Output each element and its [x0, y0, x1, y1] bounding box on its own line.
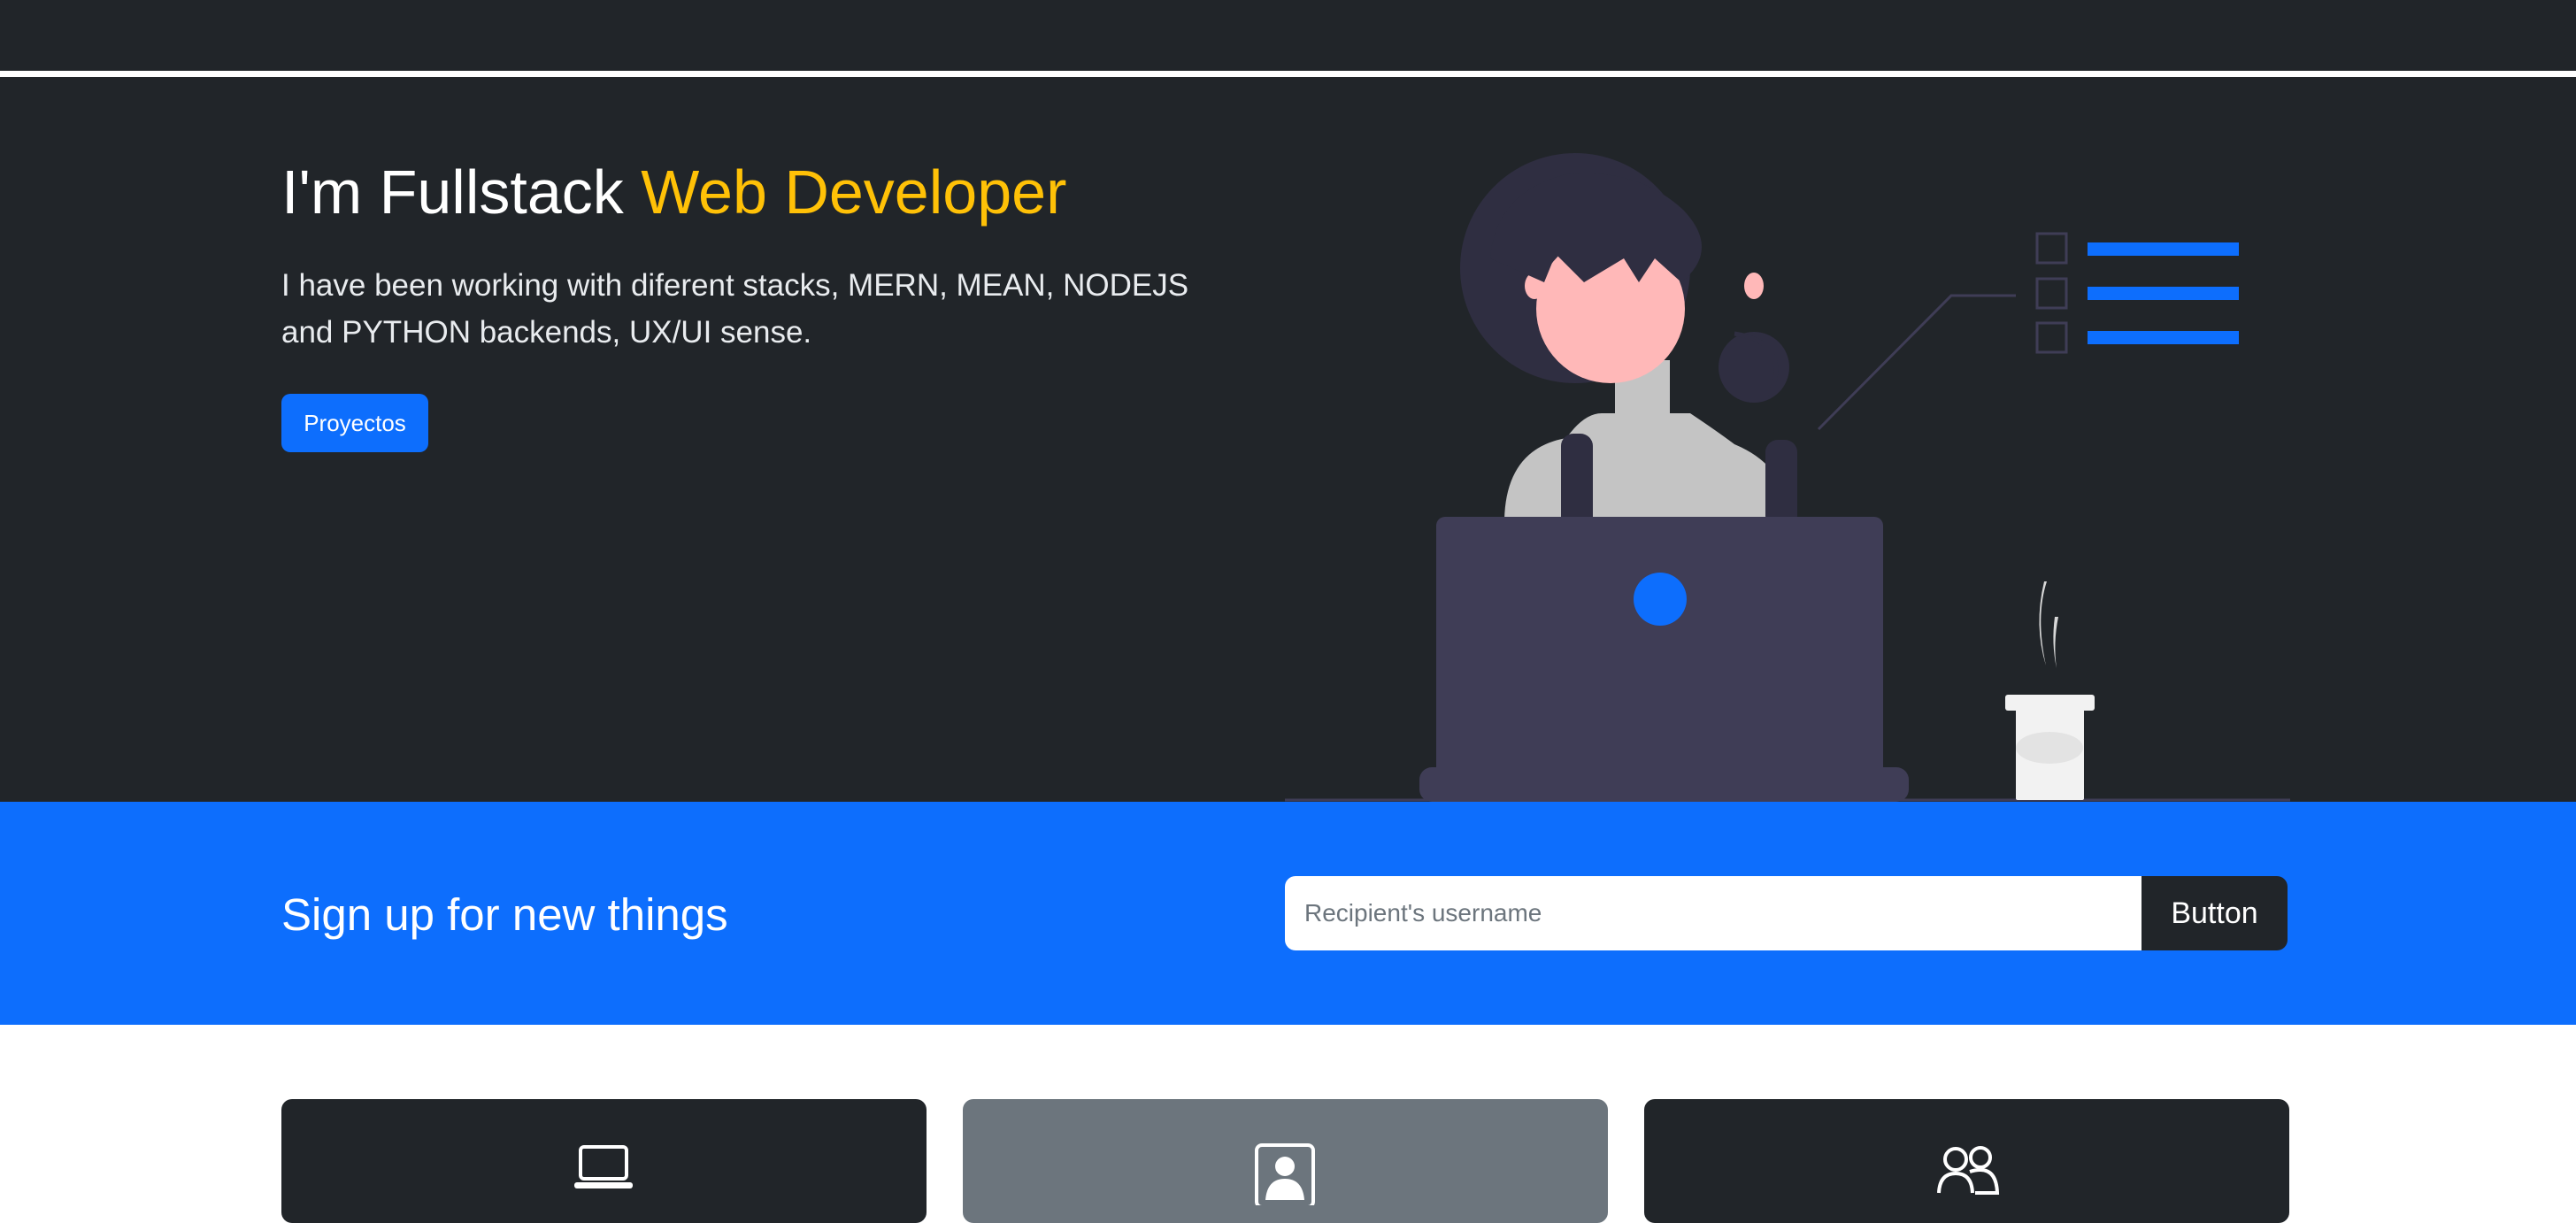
laptop-base: [1419, 767, 1909, 802]
feature-cards: [281, 1099, 2289, 1223]
hero-title-main: I'm Fullstack: [281, 158, 642, 227]
signup-form: Button: [1285, 876, 2288, 950]
projects-button[interactable]: Proyectos: [281, 394, 428, 452]
checklist-bar: [2088, 287, 2239, 300]
signup-title: Sign up for new things: [281, 889, 728, 940]
callout-line: [1817, 294, 2016, 431]
feature-card-profile: [963, 1099, 1608, 1223]
feature-card-people: [1644, 1099, 2289, 1223]
checkbox-icon: [2035, 277, 2068, 310]
recipient-username-input[interactable]: [1285, 876, 2142, 950]
hero-title-accent: Web Developer: [641, 158, 1067, 227]
navbar-divider: [0, 71, 2576, 77]
hero-section: I'm Fullstack Web Developer I have been …: [0, 77, 2576, 802]
hero-description: I have been working with diferent stacks…: [281, 268, 1189, 350]
cup-lid: [2005, 695, 2095, 711]
person-badge-icon: [1255, 1143, 1315, 1205]
hero-title: I'm Fullstack Web Developer: [281, 155, 1066, 229]
checkbox-icon: [2035, 321, 2068, 354]
checklist-bar: [2088, 242, 2239, 256]
steam-icon: [2039, 581, 2047, 665]
laptop-icon: [574, 1145, 633, 1188]
people-icon: [1937, 1146, 2000, 1195]
torso-shape: [1504, 413, 1789, 519]
laptop-logo: [1634, 573, 1687, 626]
checkbox-icon: [2035, 232, 2068, 265]
top-navbar: [0, 0, 2576, 71]
signup-section: Sign up for new things Button: [0, 802, 2576, 1025]
feature-card-laptop: [281, 1099, 927, 1223]
laptop-icon: [1436, 517, 1883, 782]
developer-illustration: [1285, 153, 2290, 802]
signup-button[interactable]: Button: [2142, 876, 2288, 950]
checklist-bar: [2088, 331, 2239, 344]
hair-bun: [1719, 332, 1789, 403]
